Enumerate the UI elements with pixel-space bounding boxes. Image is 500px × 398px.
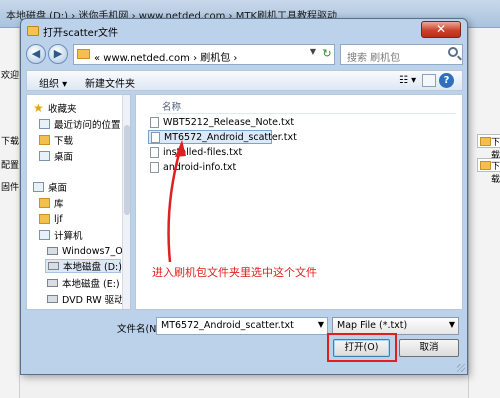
tree-item-drive-d[interactable]: 本地磁盘 (D:)	[45, 259, 122, 273]
tree-item-recent-places[interactable]: 最近访问的位置	[39, 117, 121, 131]
computer-icon	[39, 230, 50, 240]
background-label-firmware: 固件	[1, 183, 20, 193]
tree-item-libraries[interactable]: 库	[39, 196, 64, 210]
search-placeholder: 搜索 刷机包	[347, 53, 401, 64]
tree-item-user[interactable]: ljf	[39, 212, 63, 226]
downloads-icon	[39, 135, 50, 145]
refresh-button[interactable]: ↻	[319, 46, 335, 61]
desktop-icon	[33, 182, 44, 192]
back-button[interactable]: ◀	[26, 44, 46, 64]
toolbar: 组织 ▾ 新建文件夹 ☷ ▾ ?	[26, 70, 463, 91]
header-divider	[156, 113, 456, 114]
tree-item-desktop[interactable]: 桌面	[39, 149, 73, 163]
view-options-button[interactable]: ☷ ▾	[399, 75, 416, 86]
desktop-icon	[39, 151, 50, 161]
search-icon	[448, 47, 458, 57]
drive-icon	[47, 279, 58, 287]
preview-pane-icon[interactable]	[422, 74, 436, 87]
filename-field[interactable]: MT6572_Android_scatter.txt ▼	[156, 317, 328, 335]
navigation-tree: ★ 收藏夹 最近访问的位置 下载 桌面 桌面 库 ljf 计算机 Windows…	[26, 94, 131, 310]
text-file-icon	[150, 161, 159, 173]
drive-icon	[48, 262, 59, 270]
dvd-drive-icon	[47, 295, 58, 303]
annotation-text: 进入刷机包文件夹里选中这个文件	[152, 266, 317, 279]
file-row-release-note[interactable]: WBT5212_Release_Note.txt	[148, 115, 294, 129]
background-label-welcome: 欢迎	[1, 71, 20, 81]
tree-item-desktop-root[interactable]: 桌面	[33, 180, 67, 194]
tree-item-drive-e[interactable]: 本地磁盘 (E:)	[47, 276, 120, 290]
chevron-down-icon: ▼	[448, 320, 455, 329]
background-download-button[interactable]: 下载	[477, 134, 500, 161]
tree-item-dvd[interactable]: DVD RW 驱动	[47, 292, 124, 306]
background-left-panel: 欢迎 下载 配置 固件	[0, 28, 20, 398]
new-folder-button[interactable]: 新建文件夹	[85, 75, 135, 90]
navigation-row: ◀ ▶ « www.netded.com › 刷机包 › ▼ ↻ 搜索 刷机包	[26, 43, 463, 67]
background-label-config: 配置	[1, 161, 20, 171]
resize-grip[interactable]	[457, 364, 465, 372]
folder-icon	[27, 26, 39, 36]
file-row-scatter[interactable]: MT6572_Android_scatter.txt	[148, 130, 297, 144]
background-right-panel: 下载 下载	[468, 28, 500, 398]
address-bar[interactable]: « www.netded.com › 刷机包 › ▼	[73, 44, 335, 65]
forward-button[interactable]: ▶	[48, 44, 68, 64]
drive-icon	[47, 247, 58, 255]
chevron-down-icon[interactable]: ▼	[318, 320, 324, 329]
help-icon[interactable]: ?	[439, 73, 454, 88]
text-file-icon	[150, 146, 159, 158]
text-file-icon	[151, 131, 160, 143]
background-download-button-2[interactable]: 下载	[477, 158, 500, 185]
tree-scrollbar[interactable]	[122, 95, 130, 309]
dialog-title: 打开scatter文件	[43, 27, 118, 39]
filename-value: MT6572_Android_scatter.txt	[161, 320, 294, 331]
tree-item-downloads[interactable]: 下载	[39, 133, 73, 147]
organize-menu[interactable]: 组织 ▾	[39, 75, 67, 90]
tree-item-favorites[interactable]: ★ 收藏夹	[33, 101, 77, 115]
background-label-download: 下载	[1, 137, 20, 147]
file-type-value: Map File (*.txt)	[337, 320, 408, 331]
recent-places-icon	[39, 119, 50, 129]
open-button[interactable]: 打开(O)	[333, 339, 390, 357]
scrollbar-thumb[interactable]	[124, 125, 130, 215]
file-row-android-info[interactable]: android-info.txt	[148, 160, 236, 174]
chevron-down-icon[interactable]: ▼	[310, 47, 316, 56]
file-row-installed-files[interactable]: installed-files.txt	[148, 145, 242, 159]
open-file-dialog: 打开scatter文件 ✕ ◀ ▶ « www.netded.com › 刷机包…	[20, 18, 468, 375]
breadcrumb[interactable]: « www.netded.com › 刷机包 ›	[94, 49, 237, 64]
search-input[interactable]: 搜索 刷机包	[340, 44, 463, 65]
cancel-button[interactable]: 取消	[399, 339, 459, 357]
column-header-name[interactable]: 名称	[162, 99, 181, 113]
folder-icon	[77, 49, 90, 59]
user-folder-icon	[39, 214, 50, 224]
close-button[interactable]: ✕	[421, 21, 461, 38]
tree-item-computer[interactable]: 计算机	[39, 228, 83, 242]
star-icon: ★	[33, 101, 44, 115]
tree-item-drive-c[interactable]: Windows7_OS	[47, 244, 129, 258]
dialog-titlebar: 打开scatter文件	[27, 23, 118, 39]
library-icon	[39, 198, 50, 208]
text-file-icon	[150, 116, 159, 128]
